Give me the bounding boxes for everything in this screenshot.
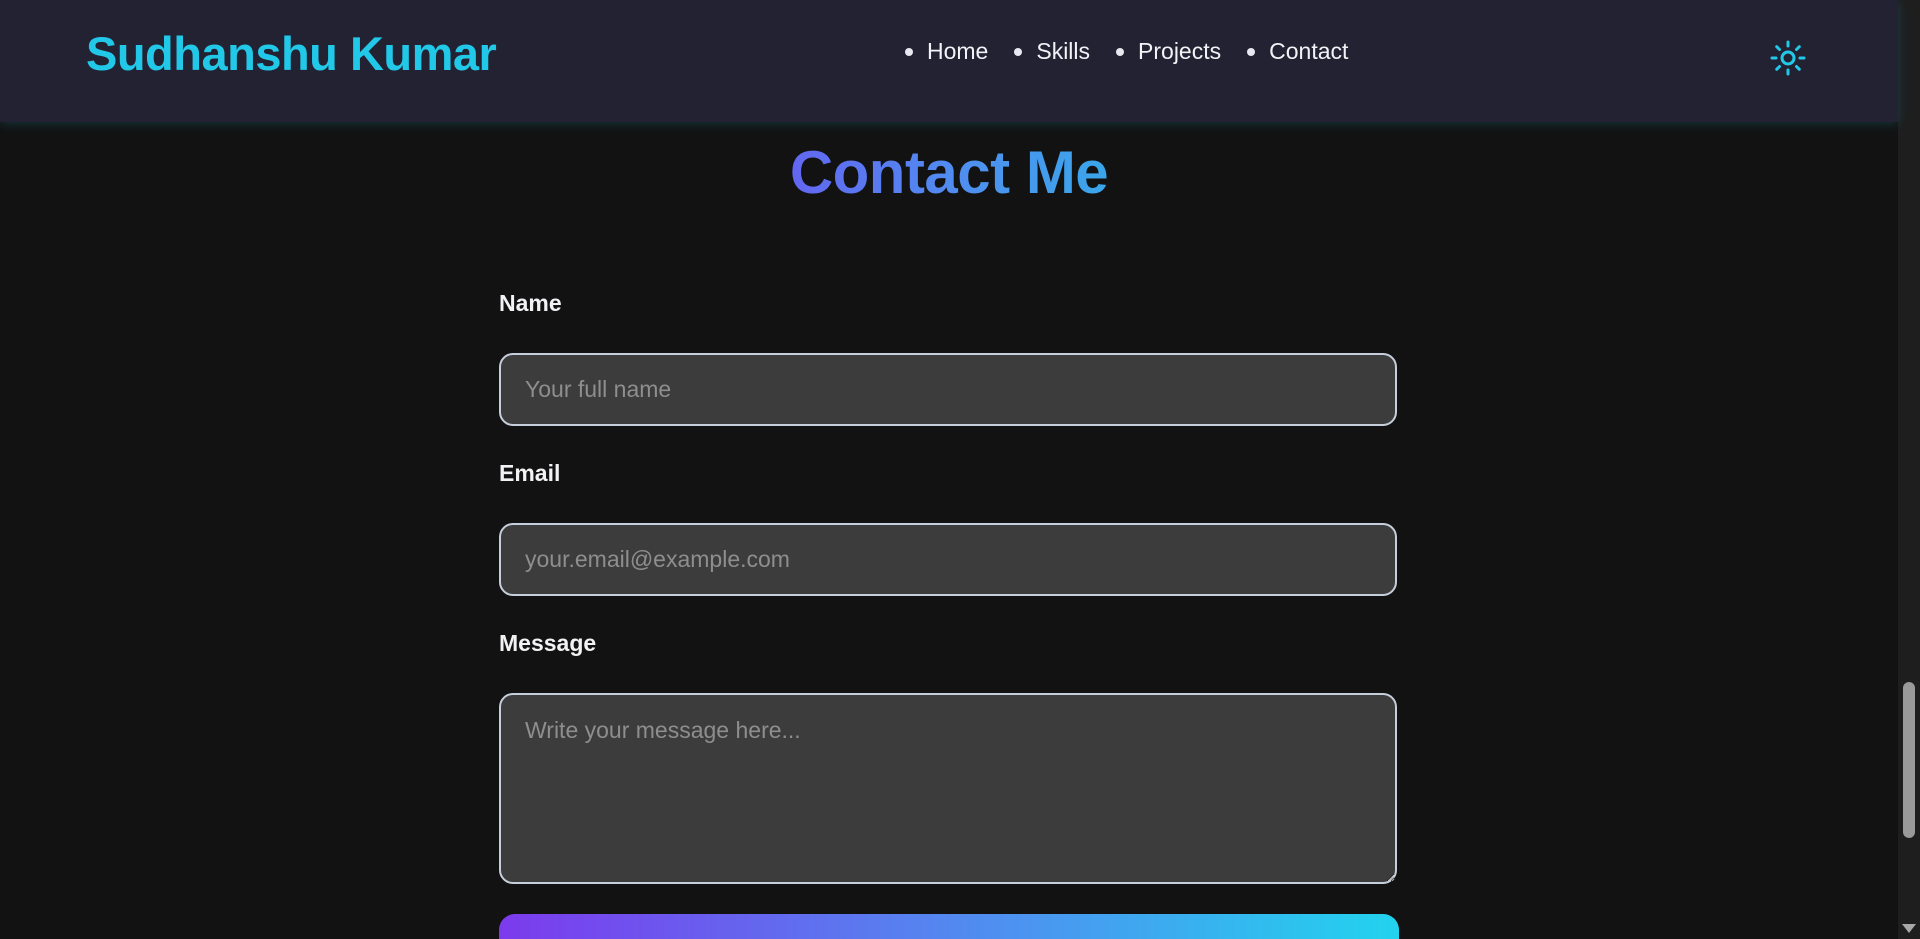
name-input[interactable] [499,353,1397,426]
bullet-icon [905,47,913,56]
sun-icon [1770,40,1806,76]
nav-label: Home [927,38,989,64]
bullet-icon [1116,47,1125,56]
submit-button[interactable] [499,914,1399,939]
theme-toggle-button[interactable] [1770,40,1806,76]
section-title-text: Contact Me [789,139,1109,206]
email-input[interactable] [499,523,1397,596]
page: Sudhanshu Kumar Home Skills Projects Con… [0,0,1920,939]
bullet-icon [1247,47,1256,56]
scroll-down-arrow-icon[interactable] [1902,924,1916,933]
nav-menu: Home Skills Projects Contact [905,38,1374,65]
scrollbar-thumb[interactable] [1903,682,1915,838]
nav-label: Contact [1269,38,1349,64]
message-textarea[interactable] [499,693,1397,884]
nav-label: Skills [1036,38,1091,64]
nav-label: Projects [1138,38,1222,64]
nav-item-skills[interactable]: Skills [1014,38,1090,65]
navbar: Sudhanshu Kumar Home Skills Projects Con… [0,0,1898,122]
brand-logo[interactable]: Sudhanshu Kumar [86,26,497,81]
nav-item-home[interactable]: Home [905,38,988,65]
nav-item-contact[interactable]: Contact [1247,38,1348,65]
scrollbar[interactable] [1898,0,1920,939]
email-label: Email [499,460,561,486]
message-label: Message [499,630,597,656]
bullet-icon [1014,47,1023,56]
name-label: Name [499,290,562,316]
section-title: Contact Me [0,138,1898,207]
nav-item-projects[interactable]: Projects [1116,38,1221,65]
